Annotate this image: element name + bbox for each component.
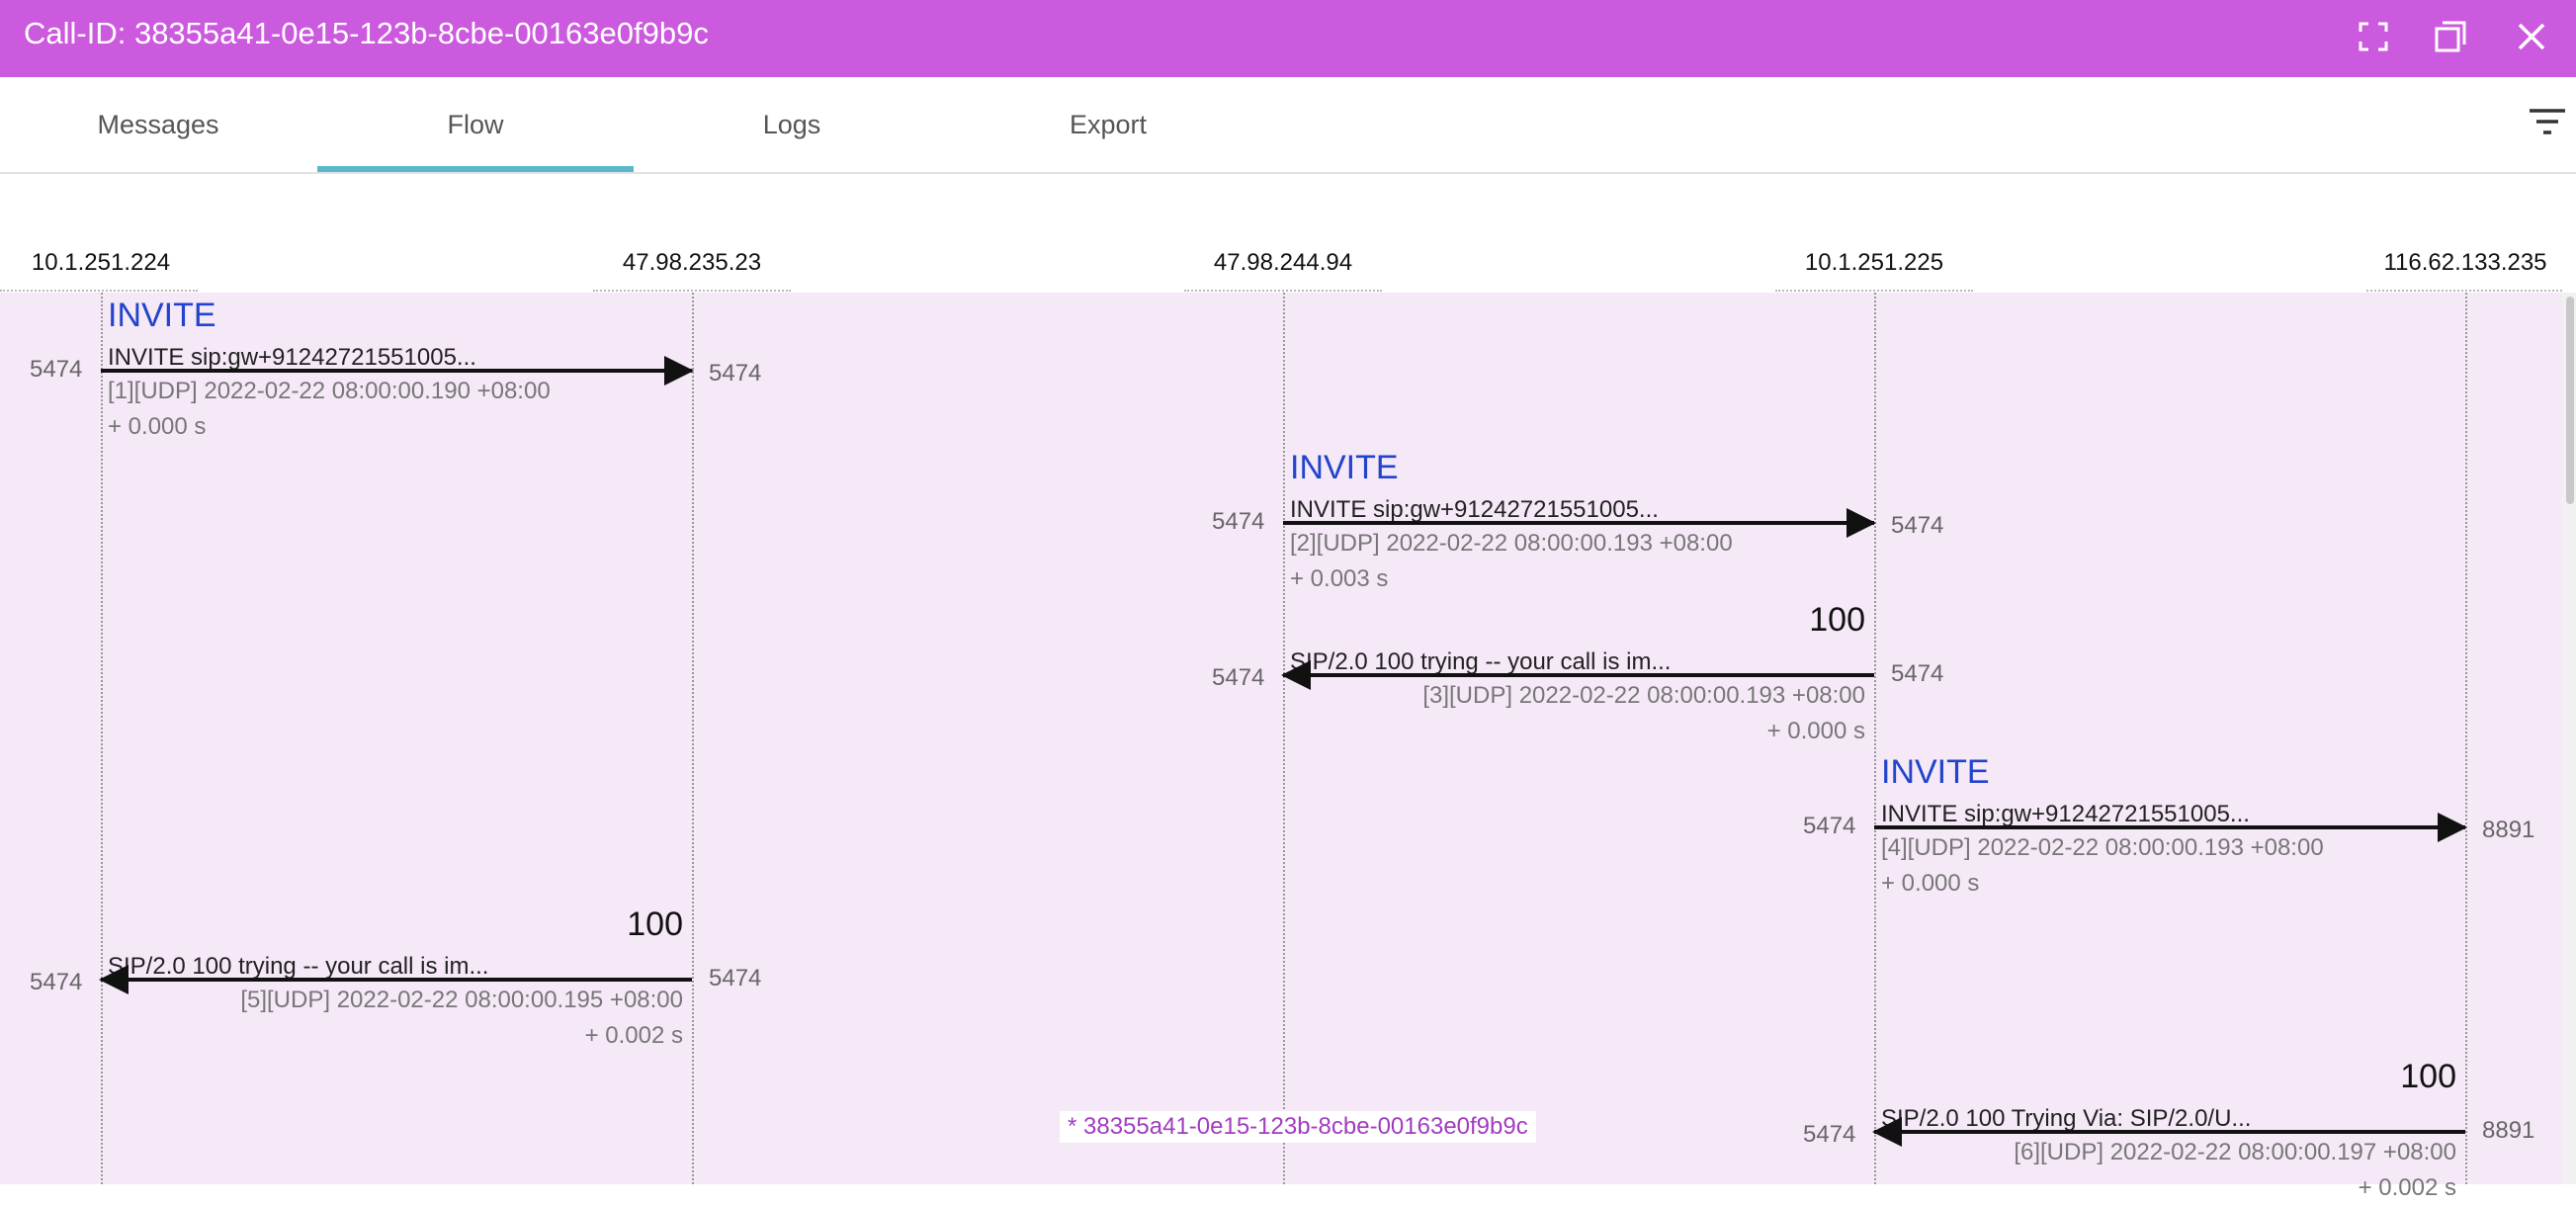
message-arrow[interactable]: [1874, 813, 2467, 842]
message-arrow[interactable]: [1872, 1117, 2465, 1147]
message-delta: + 0.003 s: [1290, 565, 1389, 592]
scrollbar-thumb[interactable]: [2566, 297, 2574, 504]
message-arrow[interactable]: [1283, 508, 1876, 538]
source-port: 5474: [1891, 660, 1944, 687]
message-delta: + 0.000 s: [1766, 718, 1865, 744]
host-label: 10.1.251.224: [31, 249, 171, 276]
message-meta: [4][UDP] 2022-02-22 08:00:00.193 +08:00: [1881, 834, 2324, 861]
window-title: Call-ID: 38355a41-0e15-123b-8cbe-00163e0…: [24, 16, 709, 50]
message-method[interactable]: INVITE: [1290, 449, 1399, 487]
destination-port: 5474: [1212, 664, 1265, 691]
source-port: 5474: [709, 965, 762, 991]
message-summary[interactable]: INVITE sip:gw+91242721551005...: [1881, 801, 2250, 828]
message-meta: [2][UDP] 2022-02-22 08:00:00.193 +08:00: [1290, 530, 1733, 557]
message-delta: + 0.000 s: [108, 413, 207, 440]
message-arrow[interactable]: [1281, 660, 1874, 690]
tab-logs[interactable]: Logs: [634, 77, 950, 172]
lifeline: [2465, 293, 2467, 1184]
message-meta: [3][UDP] 2022-02-22 08:00:00.193 +08:00: [1422, 682, 1865, 709]
destination-port: 5474: [1891, 512, 1944, 539]
host-label: 47.98.244.94: [1213, 249, 1353, 276]
message-method[interactable]: 100: [587, 905, 683, 944]
host-divider: [0, 290, 198, 292]
message-meta: [5][UDP] 2022-02-22 08:00:00.195 +08:00: [240, 987, 683, 1013]
message-summary[interactable]: INVITE sip:gw+91242721551005...: [108, 344, 476, 372]
fullscreen-button[interactable]: [2349, 14, 2398, 63]
source-port: 5474: [30, 356, 83, 383]
message-delta: + 0.000 s: [1881, 870, 1980, 897]
message-method[interactable]: 100: [1769, 601, 1865, 640]
message-arrow[interactable]: [101, 356, 694, 386]
message-meta: [1][UDP] 2022-02-22 08:00:00.190 +08:00: [108, 378, 551, 404]
restore-icon: [2433, 19, 2468, 59]
message-summary[interactable]: SIP/2.0 100 trying -- your call is im...: [1290, 648, 1671, 676]
source-port: 5474: [1212, 508, 1265, 535]
tab-bar: Messages Flow Logs Export: [0, 77, 2576, 174]
host-label: 116.62.133.235: [2383, 249, 2547, 276]
message-method[interactable]: INVITE: [1881, 753, 1990, 792]
host-label: 10.1.251.225: [1804, 249, 1944, 276]
message-summary[interactable]: SIP/2.0 100 trying -- your call is im...: [108, 953, 488, 981]
message-delta: + 0.002 s: [584, 1022, 683, 1049]
lifeline: [692, 293, 694, 1184]
host-divider: [593, 290, 791, 292]
destination-port: 8891: [2482, 817, 2535, 843]
message-delta: + 0.002 s: [2358, 1174, 2456, 1201]
host-label: 47.98.235.23: [622, 249, 762, 276]
source-port: 5474: [1803, 813, 1856, 839]
destination-port: 5474: [709, 360, 762, 387]
message-summary[interactable]: INVITE sip:gw+91242721551005...: [1290, 496, 1659, 524]
destination-port: 5474: [30, 969, 83, 995]
active-tab-indicator: [317, 166, 634, 172]
close-icon: [2517, 22, 2546, 56]
title-bar: Call-ID: 38355a41-0e15-123b-8cbe-00163e0…: [0, 0, 2576, 77]
destination-port: 5474: [1803, 1121, 1856, 1148]
host-divider: [2366, 290, 2562, 292]
restore-button[interactable]: [2426, 14, 2475, 63]
tab-flow[interactable]: Flow: [317, 77, 634, 172]
close-button[interactable]: [2507, 14, 2556, 63]
call-id-label: * 38355a41-0e15-123b-8cbe-00163e0f9b9c: [1060, 1111, 1536, 1143]
host-divider: [1775, 290, 1973, 292]
host-divider: [1184, 290, 1382, 292]
lifeline: [1874, 293, 1876, 1184]
tab-messages[interactable]: Messages: [0, 77, 316, 172]
fullscreen-icon: [2359, 22, 2388, 56]
lifeline: [101, 293, 103, 1184]
filter-icon: [2528, 107, 2567, 141]
message-method[interactable]: INVITE: [108, 297, 216, 335]
filter-button[interactable]: [2523, 99, 2572, 148]
tab-export[interactable]: Export: [950, 77, 1266, 172]
message-meta: [6][UDP] 2022-02-22 08:00:00.197 +08:00: [2014, 1139, 2456, 1165]
message-method[interactable]: 100: [2361, 1058, 2456, 1096]
source-port: 8891: [2482, 1117, 2535, 1144]
message-summary[interactable]: SIP/2.0 100 Trying Via: SIP/2.0/U...: [1881, 1105, 2251, 1133]
lifeline: [1283, 293, 1285, 1184]
message-arrow[interactable]: [99, 965, 692, 994]
